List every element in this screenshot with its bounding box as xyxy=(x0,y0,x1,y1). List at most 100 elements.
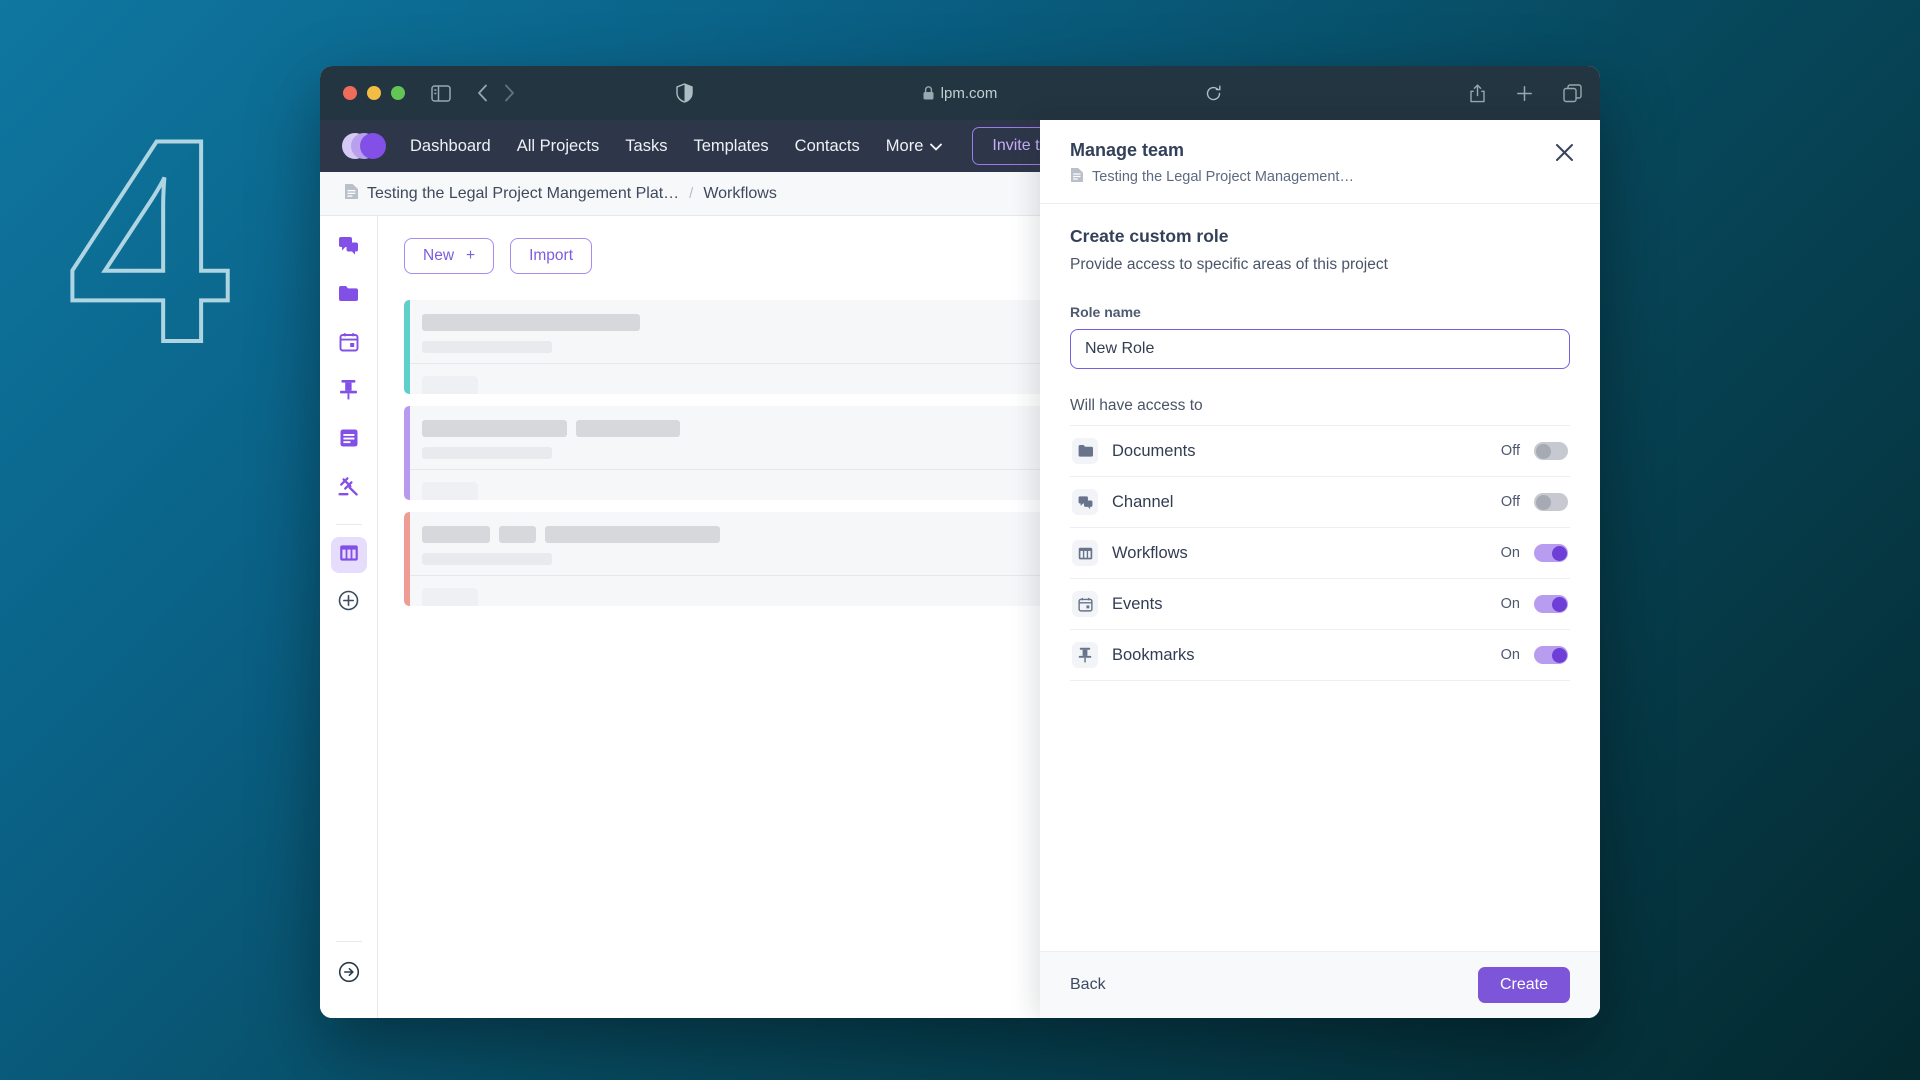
toggle-bookmarks[interactable] xyxy=(1534,646,1568,664)
skeleton-bar xyxy=(422,341,552,353)
nav-item-templates[interactable]: Templates xyxy=(693,137,768,156)
browser-chrome-bar: lpm.com xyxy=(320,66,1600,120)
sidebar-item-matters[interactable] xyxy=(331,470,367,506)
breadcrumb-project[interactable]: Testing the Legal Project Mangement Plat… xyxy=(344,183,679,205)
breadcrumb-separator: / xyxy=(689,185,693,202)
chat-icon xyxy=(338,235,359,261)
access-row-bookmarks[interactable]: Bookmarks On xyxy=(1070,630,1570,681)
skeleton-bar xyxy=(422,420,567,437)
new-tab-plus-icon[interactable] xyxy=(1516,85,1533,102)
breadcrumb-project-label: Testing the Legal Project Mangement Plat… xyxy=(367,185,679,203)
share-icon[interactable] xyxy=(1469,84,1486,103)
app-logo[interactable] xyxy=(342,131,386,161)
toggle-documents[interactable] xyxy=(1534,442,1568,460)
table-icon xyxy=(339,543,359,568)
url-text: lpm.com xyxy=(941,85,998,102)
new-button[interactable]: New + xyxy=(404,238,494,274)
sidebar-item-bookmarks[interactable] xyxy=(331,374,367,410)
sidebar-toggle-icon[interactable] xyxy=(431,85,451,102)
skeleton-bar xyxy=(499,526,536,543)
access-state-channel: Off xyxy=(1501,494,1520,510)
nav-item-more[interactable]: More xyxy=(886,137,943,156)
nav-item-contacts[interactable]: Contacts xyxy=(795,137,860,156)
nav-item-all-projects[interactable]: All Projects xyxy=(517,137,600,156)
access-row-events[interactable]: Events On xyxy=(1070,579,1570,630)
skeleton-chip xyxy=(422,482,478,500)
panel-subtitle-label: Testing the Legal Project Management… xyxy=(1092,169,1354,185)
reload-icon[interactable] xyxy=(1205,85,1222,102)
document-icon xyxy=(1070,167,1084,187)
document-icon xyxy=(344,183,359,205)
pin-icon xyxy=(1072,642,1098,668)
section-title: Create custom role xyxy=(1070,226,1570,247)
shield-icon[interactable] xyxy=(676,83,693,103)
skeleton-bar xyxy=(422,314,640,331)
table-icon xyxy=(1072,540,1098,566)
sidebar-item-documents[interactable] xyxy=(331,278,367,314)
close-window-button[interactable] xyxy=(343,86,357,100)
chat-icon xyxy=(1072,489,1098,515)
nav-item-dashboard[interactable]: Dashboard xyxy=(410,137,491,156)
access-row-workflows[interactable]: Workflows On xyxy=(1070,528,1570,579)
manage-team-panel: Manage team Testing the Legal Project Ma… xyxy=(1040,120,1600,1018)
main-nav-links: Dashboard All Projects Tasks Templates C… xyxy=(410,137,942,156)
plus-circle-icon xyxy=(338,590,359,616)
access-state-events: On xyxy=(1501,596,1520,612)
address-bar[interactable]: lpm.com xyxy=(923,85,998,102)
sidebar-item-events[interactable] xyxy=(331,326,367,362)
minimize-window-button[interactable] xyxy=(367,86,381,100)
panel-footer: Back Create xyxy=(1040,951,1600,1018)
panel-title: Manage team xyxy=(1070,140,1354,161)
skeleton-bar xyxy=(422,447,552,459)
sidebar-item-notes[interactable] xyxy=(331,422,367,458)
browser-window: lpm.com xyxy=(320,66,1600,1018)
access-label-bookmarks: Bookmarks xyxy=(1112,646,1195,665)
skeleton-bar xyxy=(422,553,552,565)
browser-nav-arrows xyxy=(477,84,515,102)
sidebar-item-add[interactable] xyxy=(331,585,367,621)
access-label-workflows: Workflows xyxy=(1112,544,1188,563)
expand-sidebar-button[interactable] xyxy=(331,956,367,992)
maximize-window-button[interactable] xyxy=(391,86,405,100)
notes-icon xyxy=(339,428,359,453)
access-toggle-list: Documents Off Channel Off Work xyxy=(1070,425,1570,681)
toggle-workflows[interactable] xyxy=(1534,544,1568,562)
close-icon xyxy=(1555,149,1574,166)
browser-toolbar-right xyxy=(1469,84,1582,103)
folder-icon xyxy=(338,284,359,308)
nav-label: Dashboard xyxy=(410,137,491,156)
calendar-icon xyxy=(339,332,359,357)
role-name-label: Role name xyxy=(1070,304,1570,320)
new-button-label: New xyxy=(423,247,454,265)
lock-icon xyxy=(923,86,934,100)
nav-item-tasks[interactable]: Tasks xyxy=(625,137,667,156)
access-label-documents: Documents xyxy=(1112,442,1195,461)
panel-subtitle: Testing the Legal Project Management… xyxy=(1070,167,1354,187)
arrow-right-circle-icon xyxy=(338,961,360,988)
breadcrumb-current[interactable]: Workflows xyxy=(703,185,777,203)
skeleton-bar xyxy=(576,420,680,437)
card-accent-bar xyxy=(404,406,410,500)
tabs-overview-icon[interactable] xyxy=(1563,84,1582,103)
toggle-events[interactable] xyxy=(1534,595,1568,613)
import-button[interactable]: Import xyxy=(510,238,592,274)
create-button[interactable]: Create xyxy=(1478,967,1570,1003)
close-panel-button[interactable] xyxy=(1555,140,1574,167)
sidebar-item-channel[interactable] xyxy=(331,230,367,266)
back-icon[interactable] xyxy=(477,84,488,102)
folder-icon xyxy=(1072,438,1098,464)
access-row-channel[interactable]: Channel Off xyxy=(1070,477,1570,528)
nav-label: More xyxy=(886,137,924,156)
sidebar-item-workflows[interactable] xyxy=(331,537,367,573)
nav-label: Contacts xyxy=(795,137,860,156)
forward-icon[interactable] xyxy=(504,84,515,102)
skeleton-chip xyxy=(422,376,478,394)
gavel-icon xyxy=(338,475,359,501)
panel-body: Create custom role Provide access to spe… xyxy=(1040,204,1600,951)
skeleton-bar xyxy=(545,526,720,543)
toggle-channel[interactable] xyxy=(1534,493,1568,511)
access-row-documents[interactable]: Documents Off xyxy=(1070,426,1570,477)
role-name-input[interactable] xyxy=(1070,329,1570,369)
back-button[interactable]: Back xyxy=(1070,976,1106,994)
rail-divider-bottom xyxy=(336,941,362,942)
